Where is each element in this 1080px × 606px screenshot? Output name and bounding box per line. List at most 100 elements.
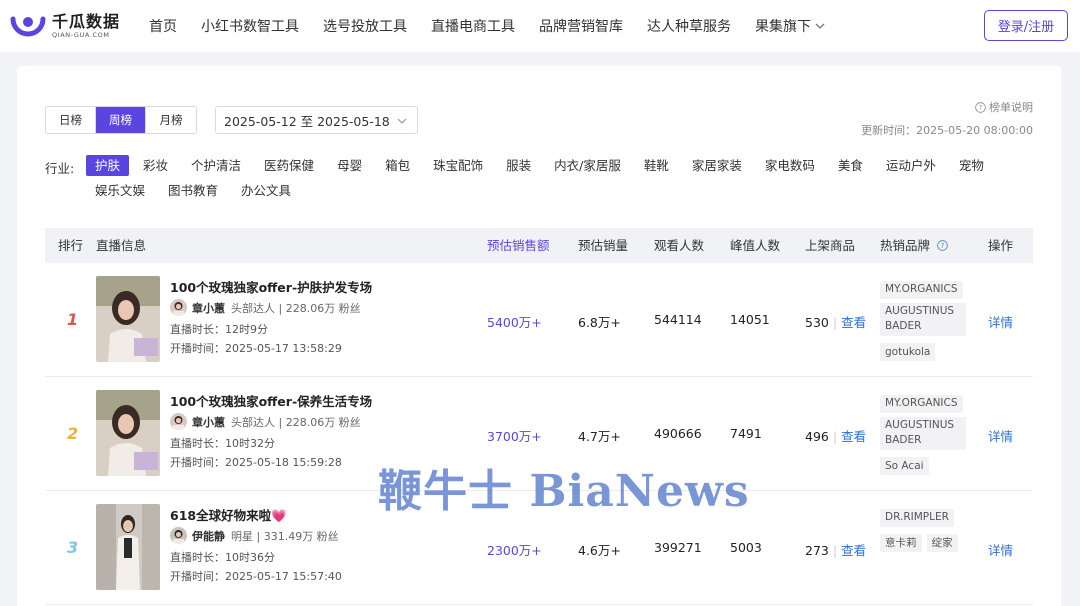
header-peak[interactable]: 峰值人数 [730,228,780,263]
category-sports[interactable]: 运动户外 [877,155,945,176]
period-weekly[interactable]: 周榜 [96,107,146,133]
nav-home[interactable]: 首页 [149,16,177,36]
nav-selection-tools[interactable]: 选号投放工具 [323,16,407,36]
ranking-card: 日榜 周榜 月榜 2025-05-12 至 2025-05-18 ? 榜单说明 … [17,66,1061,606]
anchor-meta: 明星 | 331.49万 粉丝 [231,529,339,543]
estimated-volume: 4.7万+ [578,429,621,444]
nav-live-ecommerce-tools[interactable]: 直播电商工具 [431,16,515,36]
nav-guoji-subsidiaries[interactable]: 果集旗下 [755,16,825,36]
category-health[interactable]: 医药保健 [255,155,323,176]
products-value: 496 [805,429,829,444]
live-cover-image[interactable] [96,276,160,362]
hot-brands: MY.ORGANICS AUGUSTINUS BADER So Acai [880,391,970,479]
header-viewers[interactable]: 观看人数 [654,228,704,263]
category-stationery[interactable]: 办公文具 [232,180,300,201]
period-monthly[interactable]: 月榜 [146,107,196,133]
nav-brand-marketing[interactable]: 品牌营销智库 [539,16,623,36]
ranking-explanation-link[interactable]: ? 榜单说明 [975,99,1033,115]
brand-tag[interactable]: gotukola [880,343,936,361]
live-duration: 直播时长：10时36分 [170,551,275,564]
peak-viewers: 14051 [730,312,770,327]
header-actions: 操作 [988,238,1014,253]
peak-viewers: 5003 [730,540,762,555]
viewers-count: 544114 [654,312,702,327]
detail-link[interactable]: 详情 [988,426,1013,445]
table-row: 1 100个玫瑰独家offer-护肤护发专场 章小蕙 头部达人 | 228.06… [45,263,1033,377]
category-home[interactable]: 家居家装 [683,155,751,176]
industry-label: 行业: [45,161,75,176]
avatar[interactable] [170,299,187,316]
industry-categories: 护肤 彩妆 个护清洁 医药保健 母婴 箱包 珠宝配饰 服装 内衣/家居服 鞋靴 … [86,155,1006,205]
hot-brands: DR.RIMPLER 意卡莉 绽家 [880,505,970,556]
rank-number: 3 [67,538,79,557]
header-products[interactable]: 上架商品 [805,228,855,263]
estimated-sales: 2300万+ [487,543,542,558]
logo[interactable]: 千瓜数据 QIAN-GUA.COM [10,11,120,41]
anchor-meta: 头部达人 | 228.06万 粉丝 [231,301,361,315]
header-hot-brands: 热销品牌 ? [880,228,948,263]
category-bags[interactable]: 箱包 [376,155,419,176]
live-title[interactable]: 618全球好物来啦💗 [170,505,287,524]
anchor-name[interactable]: 章小蕙 [192,414,225,430]
category-food[interactable]: 美食 [829,155,872,176]
ranking-explanation-label: 榜单说明 [989,101,1033,114]
anchor-info: 伊能静 明星 | 331.49万 粉丝 [170,527,339,544]
period-daily[interactable]: 日榜 [46,107,96,133]
category-shoes[interactable]: 鞋靴 [635,155,678,176]
login-register-button[interactable]: 登录/注册 [984,10,1068,41]
category-underwear[interactable]: 内衣/家居服 [545,155,630,176]
anchor-name[interactable]: 章小蕙 [192,300,225,316]
live-cover-image[interactable] [96,504,160,590]
category-entertainment[interactable]: 娱乐文娱 [86,180,154,201]
brand-tag[interactable]: AUGUSTINUS BADER [880,416,966,450]
help-icon[interactable]: ? [937,240,948,251]
viewers-count: 490666 [654,426,702,441]
rank-number: 1 [67,310,79,329]
peak-viewers: 7491 [730,426,762,441]
brand-tag[interactable]: MY.ORGANICS [880,394,963,413]
products-count: 273 | 查看 [805,543,867,558]
nav-xhs-tools[interactable]: 小红书数智工具 [201,16,299,36]
live-title[interactable]: 100个玫瑰独家offer-保养生活专场 [170,391,372,410]
products-value: 273 [805,543,829,558]
category-clothing[interactable]: 服装 [497,155,540,176]
date-range-picker[interactable]: 2025-05-12 至 2025-05-18 [215,106,418,134]
svg-text:?: ? [941,241,945,250]
detail-link[interactable]: 详情 [988,312,1013,331]
anchor-name[interactable]: 伊能静 [192,528,225,544]
avatar[interactable] [170,413,187,430]
live-start-time: 开播时间：2025-05-17 13:58:29 [170,342,342,355]
brand-tag[interactable]: 绽家 [926,534,958,552]
category-pets[interactable]: 宠物 [950,155,993,176]
header-volume[interactable]: 预估销量 [578,228,628,263]
table-header: 排行 直播信息 预估销售额 预估销量 观看人数 峰值人数 上架商品 热销品牌 ?… [45,228,1033,263]
category-skincare[interactable]: 护肤 [86,155,130,176]
brand-tag[interactable]: So Acai [880,457,929,475]
brand-tag[interactable]: AUGUSTINUS BADER [880,302,966,336]
live-start-time: 开播时间：2025-05-18 15:59:28 [170,456,342,469]
header-live-info: 直播信息 [96,238,147,253]
help-icon: ? [975,101,986,113]
estimated-sales: 5400万+ [487,315,542,330]
view-products-link[interactable]: 查看 [841,543,866,558]
header-sales[interactable]: 预估销售额 [487,228,550,263]
brand-tag[interactable]: DR.RIMPLER [880,508,954,527]
live-title[interactable]: 100个玫瑰独家offer-护肤护发专场 [170,277,372,296]
view-products-link[interactable]: 查看 [841,429,866,444]
top-navbar: 千瓜数据 QIAN-GUA.COM 首页 小红书数智工具 选号投放工具 直播电商… [0,0,1080,52]
brand-tag[interactable]: 意卡莉 [880,534,922,552]
live-cover-image[interactable] [96,390,160,476]
category-makeup[interactable]: 彩妆 [134,155,177,176]
detail-link[interactable]: 详情 [988,540,1013,559]
category-personal-care[interactable]: 个护清洁 [182,155,250,176]
view-products-link[interactable]: 查看 [841,315,866,330]
category-mother-baby[interactable]: 母婴 [328,155,371,176]
category-books[interactable]: 图书教育 [159,180,227,201]
logo-subtitle: QIAN-GUA.COM [52,30,110,39]
avatar[interactable] [170,527,187,544]
nav-kol-service[interactable]: 达人种草服务 [647,16,731,36]
category-jewelry[interactable]: 珠宝配饰 [424,155,492,176]
brand-tag[interactable]: MY.ORGANICS [880,280,963,299]
logo-icon [10,16,46,37]
category-electronics[interactable]: 家电数码 [756,155,824,176]
